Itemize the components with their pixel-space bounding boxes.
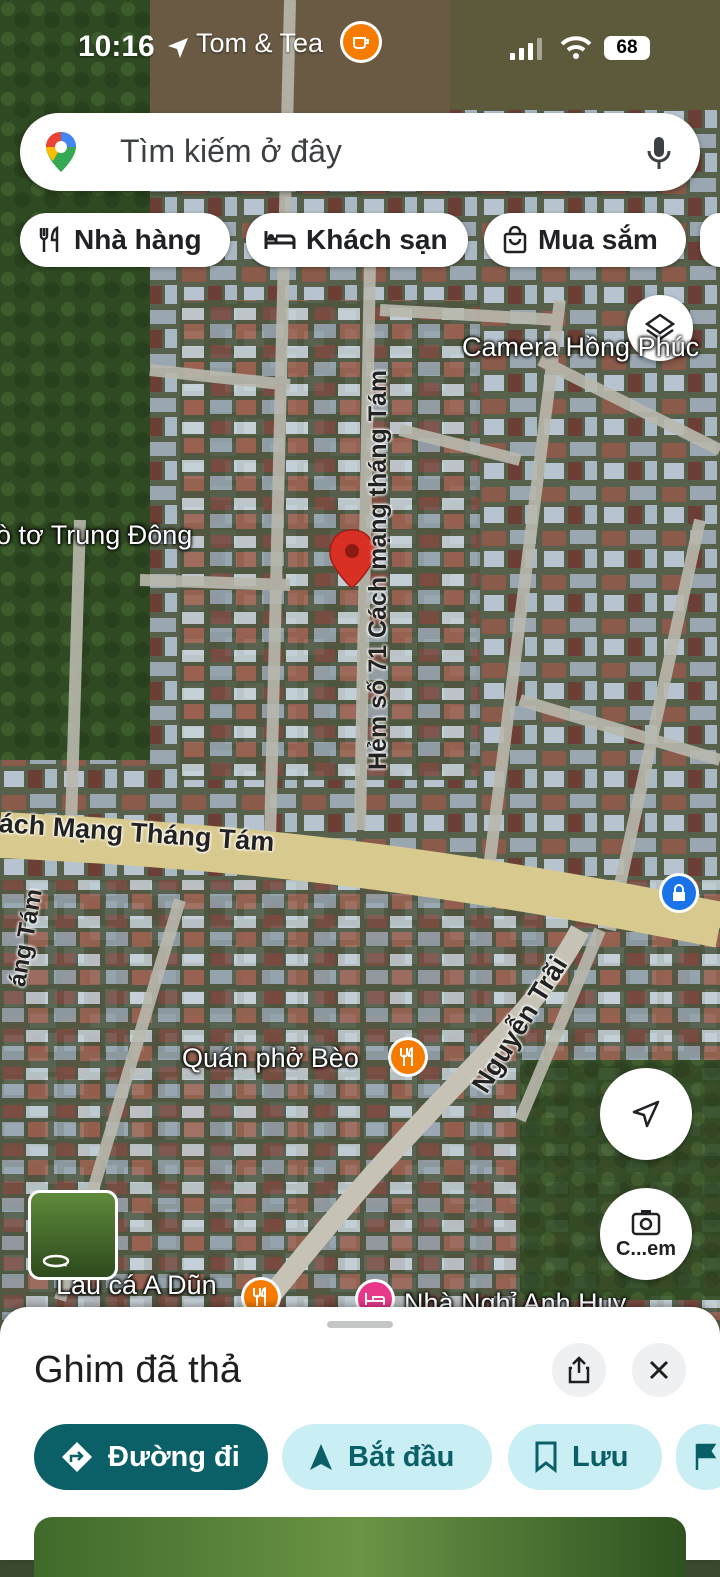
cafe-marker-icon <box>343 24 379 60</box>
street-view-thumbnail[interactable] <box>28 1190 118 1280</box>
directions-icon <box>62 1442 92 1472</box>
sheet-drag-handle[interactable] <box>327 1321 393 1328</box>
map-label-trung-dong[interactable]: ò tơ Trung Đông <box>0 520 192 551</box>
location-arrow-icon <box>168 38 188 58</box>
search-bar[interactable]: Tìm kiếm ở đây <box>20 113 700 191</box>
shopping-bag-icon <box>503 226 527 254</box>
start-label: Bắt đầu <box>348 1440 455 1473</box>
cellular-signal-icon <box>510 38 542 60</box>
lock-marker-icon[interactable] <box>662 876 696 910</box>
flag-icon <box>695 1443 717 1470</box>
restaurant-icon <box>39 226 59 252</box>
dropped-pin-sheet[interactable]: Ghim đã thả Đường đi Bắt đầu Lưu <box>0 1307 720 1577</box>
microphone-icon[interactable] <box>646 135 672 171</box>
directions-label: Đường đi <box>108 1440 240 1473</box>
status-time: 10:16 <box>78 30 155 63</box>
google-maps-logo-icon <box>46 132 76 172</box>
navigation-arrow-icon <box>632 1100 660 1128</box>
navigation-arrow-icon <box>310 1444 332 1470</box>
save-label: Lưu <box>572 1440 629 1473</box>
status-place-label: Tom & Tea <box>196 28 324 58</box>
rotate-360-icon <box>42 1254 70 1268</box>
wifi-icon <box>560 36 592 59</box>
chip-label: Mua sắm <box>538 224 658 255</box>
chip-shopping[interactable]: Mua sắm <box>484 213 686 267</box>
directions-button[interactable]: Đường đi <box>34 1424 268 1490</box>
chip-more[interactable] <box>700 213 720 267</box>
sheet-title: Ghim đã thả <box>34 1349 241 1391</box>
map-label-camera[interactable]: Camera Hồng Phúc <box>462 332 699 363</box>
bookmark-icon <box>535 1441 557 1473</box>
map-label-quan-pho[interactable]: Quán phở Bèo <box>182 1043 359 1074</box>
close-icon <box>649 1360 669 1380</box>
camera-search-button[interactable]: C...em <box>600 1188 692 1280</box>
restaurant-marker-icon[interactable] <box>391 1040 425 1074</box>
battery-indicator: 68 <box>604 36 650 60</box>
start-button[interactable]: Bắt đầu <box>282 1424 492 1490</box>
camera-search-label: C...em <box>615 1237 677 1260</box>
chip-hotels[interactable]: Khách sạn <box>246 213 468 267</box>
hotel-icon <box>264 231 296 249</box>
share-button[interactable] <box>552 1343 606 1397</box>
chip-restaurants[interactable]: Nhà hàng <box>20 213 230 267</box>
place-photo[interactable] <box>34 1517 686 1577</box>
road-label-hem-71: Hẻm số 71 Cách mạng tháng Tám <box>364 369 392 770</box>
chip-label: Khách sạn <box>306 224 448 255</box>
close-button[interactable] <box>632 1343 686 1397</box>
more-actions-button[interactable] <box>676 1424 720 1490</box>
camera-lens-icon <box>631 1209 661 1235</box>
search-input[interactable]: Tìm kiếm ở đây <box>120 133 342 170</box>
my-location-button[interactable] <box>600 1068 692 1160</box>
status-bar: 10:16 Tom & Tea 68 <box>0 0 720 96</box>
chip-label: Nhà hàng <box>74 224 202 255</box>
share-icon <box>568 1356 590 1384</box>
save-button[interactable]: Lưu <box>508 1424 662 1490</box>
